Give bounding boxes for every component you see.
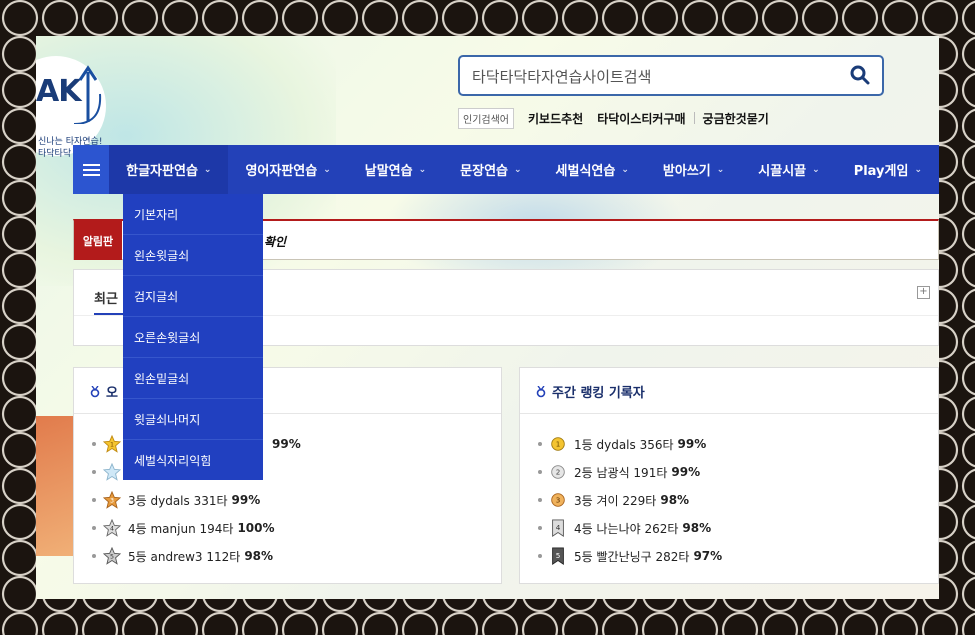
popular-keywords: 인기검색어 키보드추천 타닥이스티커구매 궁금한것묻기 bbox=[458, 107, 769, 129]
dropdown-item-upper-rest[interactable]: 윗글쇠나머지 bbox=[123, 399, 263, 440]
hamburger-menu-icon[interactable] bbox=[73, 145, 110, 194]
dropdown-item-left-upper[interactable]: 왼손윗글쇠 bbox=[123, 235, 263, 276]
nav-item-play-game[interactable]: Play게임 ⌄ bbox=[837, 145, 939, 194]
bronze-medal-icon: 3 bbox=[548, 490, 568, 510]
gold-medal-icon: 1 bbox=[548, 434, 568, 454]
search-icon[interactable] bbox=[850, 65, 870, 85]
panel-title: 주간 랭킹 기록자 bbox=[536, 382, 645, 401]
search-box bbox=[458, 55, 884, 96]
svg-text:3: 3 bbox=[556, 496, 561, 505]
korean-keyboard-dropdown: 기본자리 왼손윗글쇠 검지글쇠 오른손윗글쇠 왼손밑글쇠 윗글쇠나머지 세벌식자… bbox=[123, 194, 263, 480]
svg-text:5: 5 bbox=[110, 554, 114, 561]
notice-label: 알림판 bbox=[74, 221, 122, 260]
nav-item-words[interactable]: 낱말연습 ⌄ bbox=[348, 145, 443, 194]
ranking-row[interactable]: 3 3등 겨이 229타 98% bbox=[538, 486, 722, 514]
nav-item-english-keyboard[interactable]: 영어자판연습 ⌄ bbox=[228, 145, 347, 194]
gold-star-icon: 1 bbox=[102, 434, 122, 454]
silver-star-icon bbox=[102, 462, 122, 482]
gray-star-icon: 5 bbox=[102, 546, 122, 566]
silver-medal-icon: 2 bbox=[548, 462, 568, 482]
keyword-link[interactable]: 키보드추천 bbox=[528, 110, 583, 127]
chevron-down-icon: ⌄ bbox=[514, 164, 522, 175]
ranking-row[interactable]: 3 3등 dydals 331타 99% bbox=[92, 486, 301, 514]
svg-text:4: 4 bbox=[110, 526, 114, 533]
main-nav: 한글자판연습 ⌄ 영어자판연습 ⌄ 낱말연습 ⌄ 문장연습 ⌄ 세벌식연습 ⌄ 받아쓰기 ⌄… bbox=[73, 145, 939, 194]
bronze-star-icon: 3 bbox=[102, 490, 122, 510]
chevron-down-icon: ⌄ bbox=[323, 164, 331, 175]
ranking-row[interactable]: 5 5등 빨간난닝구 282타 97% bbox=[538, 542, 722, 570]
ribbon-badge-icon: 5 bbox=[548, 546, 568, 566]
popular-tag: 인기검색어 bbox=[458, 107, 514, 129]
chevron-down-icon: ⌄ bbox=[418, 164, 427, 175]
dropdown-item-index-keys[interactable]: 검지글쇠 bbox=[123, 276, 263, 317]
chevron-down-icon: ⌄ bbox=[203, 164, 212, 175]
dropdown-item-sebeolsik-position[interactable]: 세벌식자리익힘 bbox=[123, 440, 263, 480]
nav-item-community[interactable]: 시끌시끌 ⌄ bbox=[741, 145, 836, 194]
keyword-link[interactable]: 궁금한것묻기 bbox=[703, 110, 769, 127]
dropdown-item-home-row[interactable]: 기본자리 bbox=[123, 194, 263, 235]
medal-icon bbox=[536, 385, 546, 397]
svg-text:4: 4 bbox=[556, 523, 561, 532]
ranking-row[interactable]: 5 5등 andrew3 112타 98% bbox=[92, 542, 301, 570]
chevron-down-icon: ⌄ bbox=[716, 164, 725, 175]
search-input[interactable] bbox=[470, 57, 844, 96]
keyword-link[interactable]: 타닥이스티커구매 bbox=[597, 110, 685, 127]
chevron-down-icon: ⌄ bbox=[914, 164, 922, 175]
chevron-down-icon: ⌄ bbox=[621, 164, 629, 175]
nav-item-korean-keyboard[interactable]: 한글자판연습 ⌄ bbox=[109, 145, 229, 194]
svg-text:3: 3 bbox=[110, 498, 114, 505]
browser-page: AK 신나는 타자연습! 타닥타닥 타자연습! 인기검색어 키보드추천 타닥이스… bbox=[36, 36, 939, 599]
chevron-down-icon: ⌄ bbox=[812, 164, 820, 175]
ranking-panel-weekly: 주간 랭킹 기록자 1 1등 dydals 356타 99% 2 2등 남광식 1… bbox=[519, 367, 939, 584]
svg-text:1: 1 bbox=[110, 442, 114, 449]
tab-recent[interactable]: 최근 bbox=[94, 288, 118, 307]
ranking-row[interactable]: 4 4등 manjun 194타 100% bbox=[92, 514, 301, 542]
logo-arrow-icon bbox=[73, 65, 102, 124]
medal-icon bbox=[90, 385, 100, 397]
svg-text:1: 1 bbox=[556, 440, 561, 449]
svg-text:5: 5 bbox=[556, 551, 561, 560]
nav-item-sebeolsik[interactable]: 세벌식연습 ⌄ bbox=[539, 145, 646, 194]
dropdown-item-left-lower[interactable]: 왼손밑글쇠 bbox=[123, 358, 263, 399]
ranking-row[interactable]: 4 4등 나는나야 262타 98% bbox=[538, 514, 722, 542]
notice-text[interactable]: 확인 bbox=[264, 233, 286, 250]
ranking-row[interactable]: 2 2등 남광식 191타 99% bbox=[538, 458, 722, 486]
dropdown-item-right-upper[interactable]: 오른손윗글쇠 bbox=[123, 317, 263, 358]
svg-text:2: 2 bbox=[556, 468, 561, 477]
ribbon-badge-icon: 4 bbox=[548, 518, 568, 538]
expand-plus-icon[interactable]: + bbox=[917, 286, 930, 299]
gray-star-icon: 4 bbox=[102, 518, 122, 538]
panel-title: 오 bbox=[90, 382, 118, 401]
nav-item-sentences[interactable]: 문장연습 ⌄ bbox=[443, 145, 538, 194]
nav-item-dictation[interactable]: 받아쓰기 ⌄ bbox=[646, 145, 741, 194]
ranking-row[interactable]: 1 1등 dydals 356타 99% bbox=[538, 430, 722, 458]
